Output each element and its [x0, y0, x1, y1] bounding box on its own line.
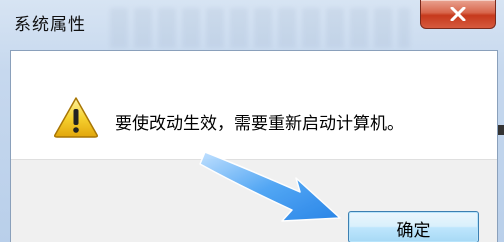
dialog-window: 系统属性 要使改动生效，需要重新启动计算机。 确定	[0, 0, 504, 242]
close-button[interactable]	[420, 0, 496, 29]
ok-button-label: 确定	[396, 221, 431, 241]
warning-icon	[53, 96, 99, 142]
ok-button[interactable]: 确定	[348, 211, 479, 242]
window-title: 系统属性	[14, 15, 86, 35]
dialog-message: 要使改动生效，需要重新启动计算机。	[115, 114, 404, 134]
close-icon	[450, 7, 466, 21]
dialog-body: 要使改动生效，需要重新启动计算机。 确定	[10, 50, 498, 242]
window-edge	[498, 125, 504, 135]
title-bar-background	[110, 8, 410, 48]
